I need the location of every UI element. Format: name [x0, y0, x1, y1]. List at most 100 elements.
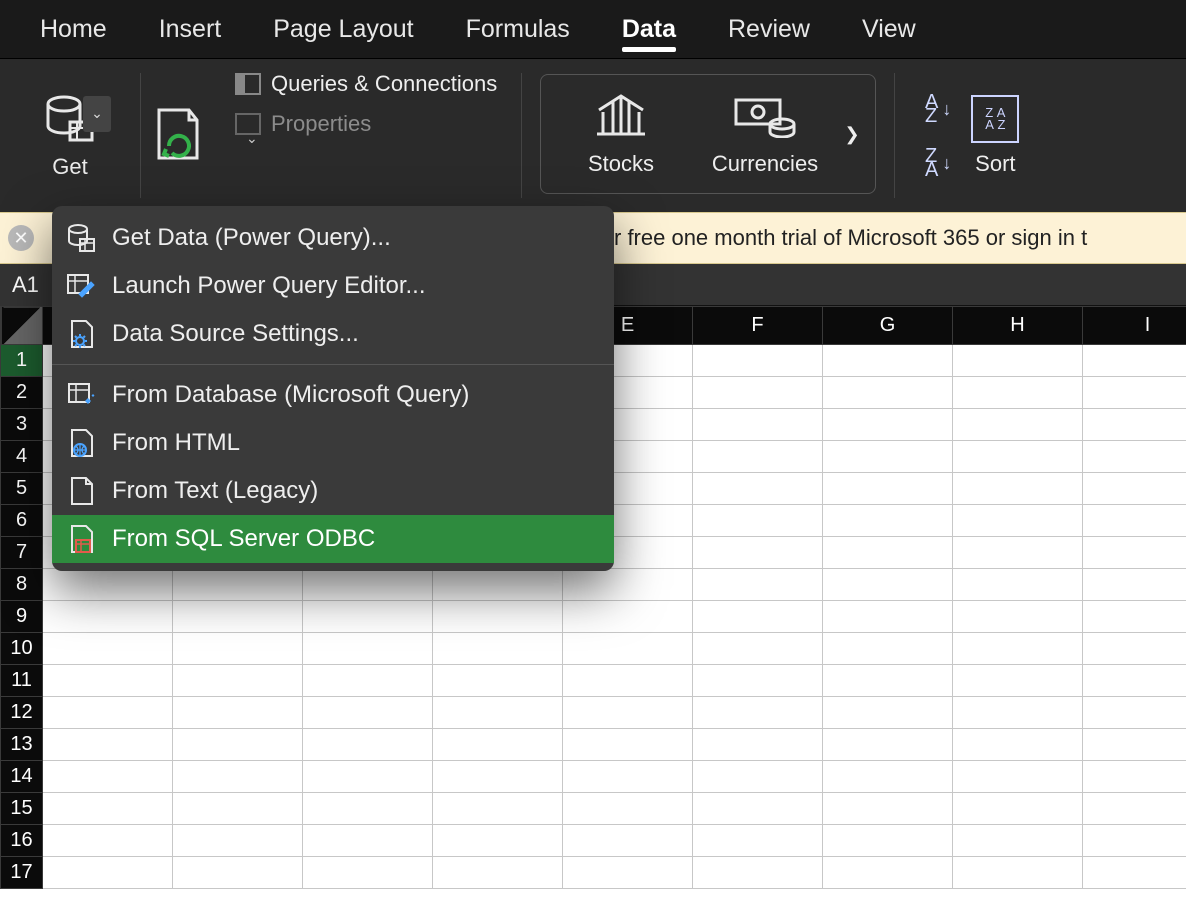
cell[interactable] [823, 377, 953, 409]
cell[interactable] [823, 665, 953, 697]
cell[interactable] [693, 537, 823, 569]
tab-review[interactable]: Review [702, 0, 836, 58]
cell[interactable] [563, 793, 693, 825]
cell[interactable] [953, 441, 1083, 473]
cell[interactable] [953, 569, 1083, 601]
cell[interactable] [693, 377, 823, 409]
data-types-more-chevron-icon[interactable]: ❯ [837, 124, 867, 145]
cell[interactable] [433, 825, 563, 857]
column-header[interactable]: F [693, 307, 823, 345]
cell[interactable] [563, 697, 693, 729]
cell[interactable] [823, 825, 953, 857]
row-header[interactable]: 10 [1, 633, 43, 665]
row-header[interactable]: 3 [1, 409, 43, 441]
cell[interactable] [43, 729, 173, 761]
cell[interactable] [303, 729, 433, 761]
cell[interactable] [693, 857, 823, 889]
menu-item-launch-pq[interactable]: Launch Power Query Editor... [52, 262, 614, 310]
cell[interactable] [303, 665, 433, 697]
cell[interactable] [433, 857, 563, 889]
row-header[interactable]: 11 [1, 665, 43, 697]
cell[interactable] [43, 825, 173, 857]
cell[interactable] [1083, 697, 1186, 729]
row-header[interactable]: 17 [1, 857, 43, 889]
cell[interactable] [693, 441, 823, 473]
menu-item-get-data-pq[interactable]: Get Data (Power Query)... [52, 214, 614, 262]
cell[interactable] [173, 793, 303, 825]
cell[interactable] [953, 601, 1083, 633]
cell[interactable] [823, 601, 953, 633]
cell[interactable] [43, 601, 173, 633]
cell[interactable] [823, 505, 953, 537]
cell[interactable] [563, 601, 693, 633]
cell[interactable] [173, 729, 303, 761]
cell[interactable] [563, 569, 693, 601]
tab-home[interactable]: Home [14, 0, 133, 58]
cell[interactable] [433, 569, 563, 601]
refresh-all-button[interactable]: ⌄ [149, 106, 223, 166]
cell[interactable] [1083, 409, 1186, 441]
row-header[interactable]: 5 [1, 473, 43, 505]
cell[interactable] [1083, 633, 1186, 665]
cell[interactable] [693, 697, 823, 729]
row-header[interactable]: 1 [1, 345, 43, 377]
cell[interactable] [953, 761, 1083, 793]
cell[interactable] [173, 857, 303, 889]
cell[interactable] [953, 633, 1083, 665]
tab-page-layout[interactable]: Page Layout [247, 0, 439, 58]
cell[interactable] [563, 825, 693, 857]
get-data-dropdown-chevron-icon[interactable]: ⌄ [83, 96, 111, 132]
cell[interactable] [1083, 729, 1186, 761]
cell[interactable] [43, 665, 173, 697]
cell[interactable] [43, 569, 173, 601]
cell[interactable] [953, 473, 1083, 505]
cell[interactable] [563, 729, 693, 761]
cell[interactable] [953, 729, 1083, 761]
cell[interactable] [823, 761, 953, 793]
cell[interactable] [563, 665, 693, 697]
cell[interactable] [1083, 761, 1186, 793]
column-header[interactable]: H [953, 307, 1083, 345]
cell[interactable] [823, 697, 953, 729]
row-header[interactable]: 14 [1, 761, 43, 793]
cell[interactable] [953, 665, 1083, 697]
cell[interactable] [433, 633, 563, 665]
select-all-corner[interactable] [1, 307, 43, 345]
cell[interactable] [823, 857, 953, 889]
cell[interactable] [303, 569, 433, 601]
cell[interactable] [1083, 505, 1186, 537]
tab-view[interactable]: View [836, 0, 942, 58]
cell[interactable] [823, 729, 953, 761]
cell[interactable] [953, 345, 1083, 377]
cell[interactable] [1083, 345, 1186, 377]
cell[interactable] [1083, 473, 1186, 505]
cell[interactable] [693, 569, 823, 601]
cell[interactable] [433, 793, 563, 825]
cell[interactable] [1083, 377, 1186, 409]
cell[interactable] [953, 857, 1083, 889]
cell[interactable] [1083, 569, 1186, 601]
cell[interactable] [303, 697, 433, 729]
cell[interactable] [563, 857, 693, 889]
cell[interactable] [693, 409, 823, 441]
info-bar-close-button[interactable]: ✕ [8, 225, 34, 251]
cell[interactable] [693, 825, 823, 857]
cell[interactable] [953, 505, 1083, 537]
cell[interactable] [823, 473, 953, 505]
cell[interactable] [433, 601, 563, 633]
cell[interactable] [173, 569, 303, 601]
cell[interactable] [43, 633, 173, 665]
cell[interactable] [693, 761, 823, 793]
cell[interactable] [173, 697, 303, 729]
cell[interactable] [433, 665, 563, 697]
cell[interactable] [433, 697, 563, 729]
row-header[interactable]: 4 [1, 441, 43, 473]
row-header[interactable]: 15 [1, 793, 43, 825]
cell[interactable] [43, 697, 173, 729]
cell[interactable] [1083, 825, 1186, 857]
cell[interactable] [693, 633, 823, 665]
cell[interactable] [1083, 601, 1186, 633]
cell[interactable] [303, 633, 433, 665]
cell[interactable] [173, 761, 303, 793]
cell[interactable] [43, 857, 173, 889]
